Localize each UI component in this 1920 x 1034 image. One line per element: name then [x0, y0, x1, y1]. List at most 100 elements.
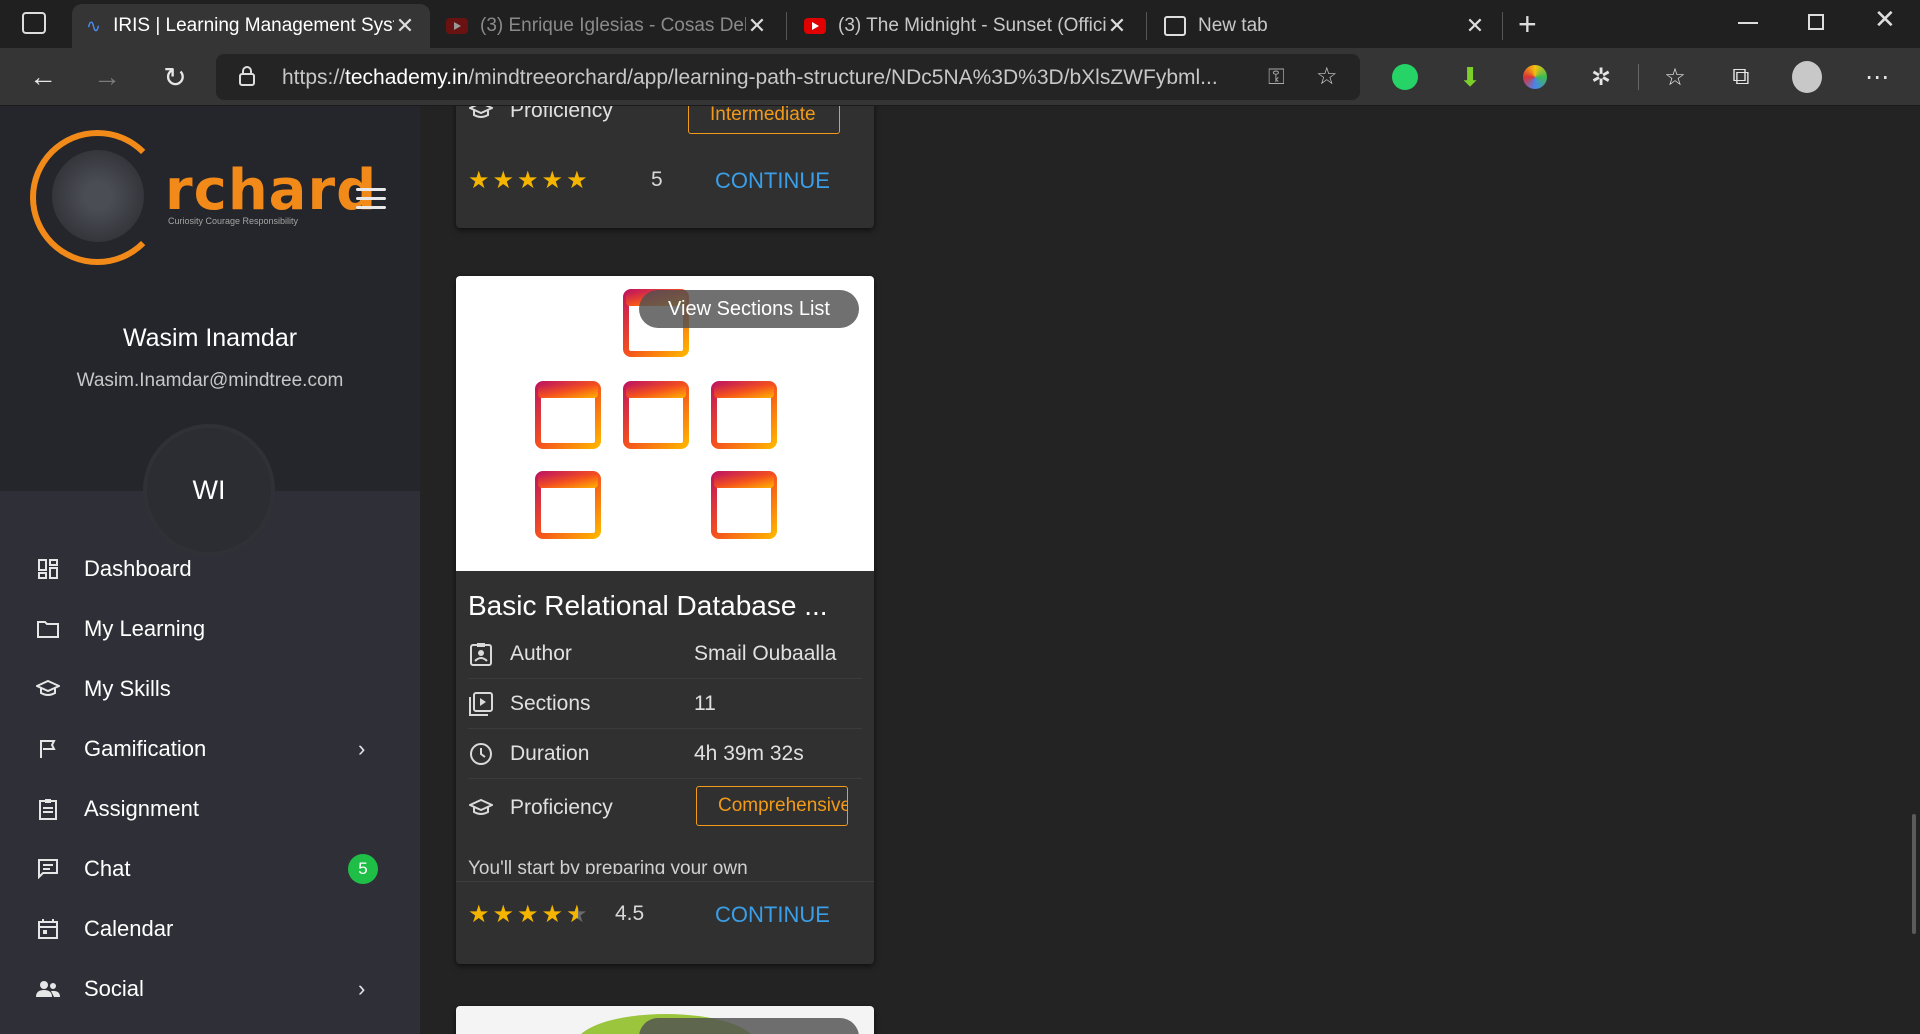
collections-icon[interactable]: ⧉: [1726, 62, 1756, 92]
sections-value: 11: [694, 692, 716, 715]
add-favorite-icon[interactable]: ☆: [1316, 62, 1338, 91]
course-card: View Sections List Basic Relational Data…: [456, 276, 874, 964]
tab-divider: [1146, 12, 1147, 40]
tab-midnight[interactable]: (3) The Midnight - Sunset (Officia ✕: [790, 4, 1142, 48]
url-prefix: https://: [282, 66, 346, 89]
new-tab-icon: [1164, 16, 1186, 36]
rating-value: 5: [651, 168, 663, 191]
half-star-icon: ★★: [566, 901, 591, 928]
puzzle-icon[interactable]: ✲: [1586, 62, 1616, 92]
tab-enrique[interactable]: (3) Enrique Iglesias - Cosas Del A ✕: [432, 4, 782, 48]
key-icon[interactable]: ⚿: [1268, 64, 1285, 90]
full-stars: ★★★★: [468, 901, 567, 928]
url-host: techademy.in: [345, 66, 469, 89]
close-tab-icon[interactable]: ✕: [1464, 13, 1486, 39]
scrollbar-thumb[interactable]: [1912, 814, 1916, 934]
people-icon: [36, 977, 60, 1001]
tab-actions-icon[interactable]: [22, 12, 46, 34]
tab-divider: [1502, 12, 1503, 40]
close-tab-icon[interactable]: ✕: [746, 13, 768, 39]
address-bar[interactable]: https://techademy.in/mindtreeorchard/app…: [216, 54, 1360, 100]
sidebar-item-chat[interactable]: Chat 5: [0, 846, 420, 892]
sidebar-item-my-learning[interactable]: My Learning: [0, 606, 420, 652]
sidebar-item-label: Calendar: [84, 916, 174, 941]
rating-stars: ★★★★★★: [468, 900, 591, 929]
flag-icon: [36, 737, 60, 761]
author-badge-icon: [468, 641, 494, 667]
sidebar-item-calendar[interactable]: Calendar: [0, 906, 420, 952]
whatsapp-icon[interactable]: [1390, 62, 1420, 92]
continue-button[interactable]: CONTINUE: [715, 168, 830, 194]
user-name: Wasim Inamdar: [122, 324, 298, 352]
favorites-icon[interactable]: ☆: [1660, 62, 1690, 92]
main-content: Proficiency Intermediate ★★★★★ 5 CONTINU…: [420, 106, 1920, 1034]
rating-value: 4.5: [615, 902, 645, 925]
youtube-icon: [804, 18, 826, 34]
graduation-cap-icon: [468, 106, 494, 124]
iris-favicon-icon: ∿: [86, 15, 102, 36]
chevron-right-icon: ›: [358, 736, 366, 761]
reload-icon[interactable]: ↻: [156, 58, 194, 96]
graduation-cap-icon: [468, 795, 494, 821]
back-arrow-icon[interactable]: ←: [24, 58, 62, 96]
sidebar-item-social[interactable]: Social ›: [0, 966, 420, 1012]
close-tab-icon[interactable]: ✕: [394, 13, 416, 39]
proficiency-badge: Intermediate: [688, 106, 840, 134]
tab-title: (3) Enrique Iglesias - Cosas Del A: [480, 15, 746, 36]
chevron-right-icon: ›: [358, 976, 366, 1001]
close-window-icon[interactable]: ✕: [1874, 4, 1896, 35]
course-description: You'll start by preparing your own: [468, 856, 862, 874]
dashboard-icon: [36, 557, 60, 581]
toolbar-divider: [1638, 64, 1639, 90]
forward-arrow-icon[interactable]: →: [88, 58, 126, 96]
course-thumbnail[interactable]: View Sections List: [456, 276, 874, 571]
sections-label: Sections: [510, 692, 591, 715]
proficiency-label: Proficiency: [510, 106, 613, 122]
logo-tagline: Curiosity Courage Responsibility: [168, 216, 299, 226]
sidebar-item-label: Social: [84, 976, 144, 1001]
youtube-icon: [446, 18, 468, 34]
course-card-next: [456, 1006, 874, 1034]
proficiency-label: Proficiency: [510, 796, 613, 819]
minimize-icon[interactable]: [1738, 22, 1758, 24]
view-sections-list-button[interactable]: [639, 1018, 859, 1034]
more-menu-icon[interactable]: ⋯: [1862, 62, 1892, 92]
extension-colorful-icon[interactable]: [1520, 62, 1550, 92]
author-value: Smail Oubaalla: [694, 642, 837, 665]
sidebar-item-assignment[interactable]: Assignment: [0, 786, 420, 832]
avatar[interactable]: WI: [143, 424, 275, 556]
chat-count-badge: 5: [348, 854, 378, 884]
browser-toolbar: ← → ↻ https://techademy.in/mindtreeorcha…: [0, 48, 1920, 106]
sidebar: rchard Curiosity Courage Responsibility …: [0, 106, 420, 1034]
sidebar-item-label: Gamification: [84, 736, 207, 761]
user-email: Wasim.Inamdar@mindtree.com: [76, 370, 344, 391]
view-sections-list-button[interactable]: View Sections List: [639, 290, 859, 328]
sidebar-item-label: Dashboard: [84, 556, 192, 581]
profile-avatar-icon[interactable]: [1792, 61, 1822, 93]
course-title[interactable]: Basic Relational Database ...: [468, 590, 828, 622]
logo-text: rchard: [165, 158, 378, 223]
calendar-icon: [36, 917, 60, 941]
sidebar-item-my-skills[interactable]: My Skills: [0, 666, 420, 712]
tab-title: New tab: [1198, 15, 1268, 36]
author-row: Author Smail Oubaalla: [468, 629, 862, 679]
tab-divider: [786, 12, 787, 40]
tab-iris[interactable]: ∿ IRIS | Learning Management Syst ✕: [72, 4, 430, 48]
sidebar-item-dashboard[interactable]: Dashboard: [0, 546, 420, 592]
duration-label: Duration: [510, 742, 590, 765]
folder-icon: [36, 617, 60, 641]
browser-tab-bar: ∿ IRIS | Learning Management Syst ✕ (3) …: [0, 0, 1920, 48]
sidebar-item-label: My Skills: [84, 676, 171, 701]
close-tab-icon[interactable]: ✕: [1106, 13, 1128, 39]
sections-video-icon: [468, 691, 494, 717]
continue-button[interactable]: CONTINUE: [715, 902, 830, 928]
lock-icon: [238, 66, 256, 86]
card-footer-divider: [456, 881, 874, 882]
restore-icon[interactable]: [1808, 14, 1824, 30]
proficiency-badge: Comprehensive: [696, 786, 848, 826]
download-arrow-icon[interactable]: ⬇: [1455, 62, 1485, 92]
sidebar-item-gamification[interactable]: Gamification ›: [0, 726, 420, 772]
hamburger-menu-icon[interactable]: [356, 188, 386, 210]
tab-new[interactable]: New tab ✕: [1150, 4, 1500, 48]
add-tab-icon[interactable]: +: [1518, 6, 1537, 43]
